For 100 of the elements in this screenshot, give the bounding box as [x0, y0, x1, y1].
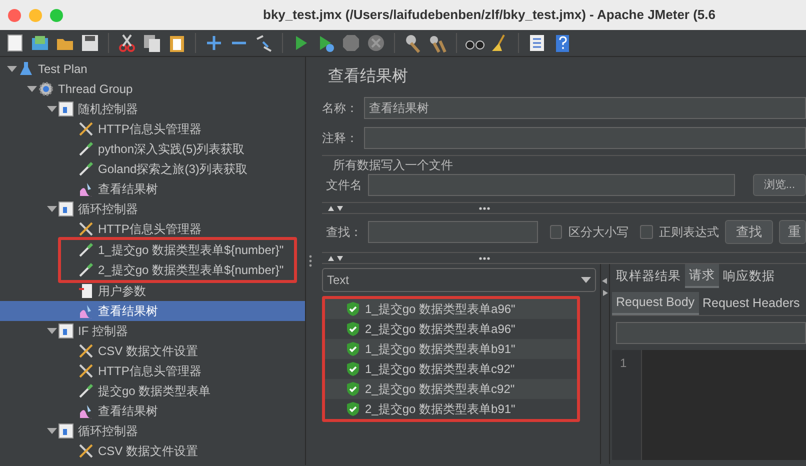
name-label: 名称：: [322, 100, 358, 117]
success-shield-icon: [345, 361, 361, 377]
new-file-icon[interactable]: [5, 33, 25, 53]
expand-caret-icon[interactable]: [46, 326, 58, 336]
save-icon[interactable]: [80, 33, 100, 53]
tab[interactable]: 响应数据: [719, 264, 779, 288]
tree-item[interactable]: IF 控制器: [0, 321, 305, 341]
tree-item[interactable]: HTTP信息头管理器: [0, 361, 305, 381]
tree-item[interactable]: python深入实践(5)列表获取: [0, 139, 305, 159]
file-name-field[interactable]: [368, 174, 735, 196]
checkbox-label: 区分大小写: [568, 224, 628, 241]
success-shield-icon: [345, 321, 361, 337]
tab[interactable]: Request Headers: [698, 292, 804, 315]
pipette-icon: [78, 383, 94, 399]
templates-icon[interactable]: [30, 33, 50, 53]
tree-item[interactable]: 2_提交go 数据类型表单${number}": [61, 260, 294, 280]
close-window-button[interactable]: [8, 8, 21, 22]
search-label: 查找：: [326, 224, 362, 241]
splitter-grip-icon[interactable]: [308, 255, 312, 267]
wrench-screwdriver-icon: [78, 443, 94, 459]
tree-item[interactable]: 查看结果树: [0, 179, 305, 199]
pipette-icon: [78, 242, 94, 258]
tree-item[interactable]: HTTP信息头管理器: [0, 219, 305, 239]
tree-item[interactable]: 1_提交go 数据类型表单${number}": [61, 240, 294, 260]
cut-icon[interactable]: [117, 33, 137, 53]
wrench-screwdriver-icon: [78, 363, 94, 379]
result-item[interactable]: 2_提交go 数据类型表单a96": [325, 319, 577, 339]
pipette-icon: [78, 141, 94, 157]
tree-item[interactable]: 随机控制器: [0, 99, 305, 119]
tree-item[interactable]: 查看结果树: [0, 401, 305, 421]
result-item[interactable]: 1_提交go 数据类型表单c92": [325, 359, 577, 379]
result-item[interactable]: 1_提交go 数据类型表单b91": [325, 339, 577, 359]
tab[interactable]: 取样器结果: [612, 264, 685, 288]
tab[interactable]: Request Body: [612, 292, 699, 315]
search-field[interactable]: [368, 221, 538, 243]
success-shield-icon: [345, 381, 361, 397]
tree-item[interactable]: CSV 数据文件设置: [0, 441, 305, 461]
collapse-arrows-icon[interactable]: [328, 256, 344, 260]
clear-icon[interactable]: [403, 33, 423, 53]
copy-icon[interactable]: [142, 33, 162, 53]
clear-all-icon[interactable]: [428, 33, 448, 53]
expand-caret-icon[interactable]: [6, 64, 18, 74]
search-field[interactable]: [616, 322, 806, 344]
result-item[interactable]: 1_提交go 数据类型表单a96": [325, 299, 577, 319]
splitter-dots-icon[interactable]: [479, 256, 490, 260]
expand-icon[interactable]: [204, 33, 224, 53]
tree-item[interactable]: Goland探索之旅(3)列表获取: [0, 159, 305, 179]
renderer-dropdown[interactable]: Text: [322, 268, 596, 292]
success-shield-icon: [345, 341, 361, 357]
wrench-screwdriver-icon: [78, 343, 94, 359]
expand-caret-icon[interactable]: [26, 84, 38, 94]
controller-icon: [58, 323, 74, 339]
panel-title: 查看结果树: [328, 66, 409, 87]
tab[interactable]: 请求: [685, 264, 719, 288]
shutdown-icon[interactable]: [366, 33, 386, 53]
gear-icon: [38, 81, 54, 97]
controller-icon: [58, 423, 74, 439]
tree-item[interactable]: 查看结果树: [0, 301, 305, 321]
expand-caret-icon[interactable]: [46, 204, 58, 214]
stop-icon[interactable]: [341, 33, 361, 53]
tree-item[interactable]: 循环控制器: [0, 421, 305, 441]
success-shield-icon: [345, 401, 361, 417]
tree-item[interactable]: 提交go 数据类型表单: [0, 381, 305, 401]
dropdown-caret-icon: [581, 277, 591, 283]
paste-icon[interactable]: [167, 33, 187, 53]
tree-item[interactable]: Thread Group: [0, 79, 305, 99]
tree-item[interactable]: Test Plan: [0, 59, 305, 79]
tree-item[interactable]: CSV 数据文件设置: [0, 341, 305, 361]
result-item[interactable]: 2_提交go 数据类型表单c92": [325, 379, 577, 399]
collapse-arrows-icon[interactable]: [602, 278, 608, 296]
comment-field[interactable]: [364, 127, 806, 149]
wrench-screwdriver-icon: [78, 121, 94, 137]
tree-item[interactable]: 用户参数: [0, 281, 305, 301]
checkbox[interactable]: [640, 225, 653, 239]
controller-icon: [58, 101, 74, 117]
find-button[interactable]: 查找: [725, 220, 773, 244]
file-name-label: 文件名: [326, 177, 362, 194]
checkbox[interactable]: [550, 225, 562, 239]
splitter-dots-icon[interactable]: [479, 206, 490, 210]
file-group-title: 所有数据写入一个文件: [330, 156, 456, 174]
list-icon[interactable]: [527, 33, 547, 53]
wrench-screwdriver-icon: [78, 221, 94, 237]
line-number: 1: [620, 356, 627, 370]
chart-icon: [78, 181, 94, 197]
pipette-icon: [78, 161, 94, 177]
browse-button[interactable]: 浏览...: [752, 174, 806, 196]
tree-item[interactable]: 循环控制器: [0, 199, 305, 219]
success-shield-icon: [345, 301, 361, 317]
toggle-icon[interactable]: [254, 33, 274, 53]
name-field[interactable]: 查看结果树: [364, 97, 806, 119]
collapse-arrows-icon[interactable]: [328, 206, 344, 210]
checkbox-label: 正则表达式: [659, 224, 719, 241]
expand-caret-icon[interactable]: [46, 426, 58, 436]
expand-caret-icon[interactable]: [46, 104, 58, 114]
comment-label: 注释：: [322, 130, 358, 147]
tree-item[interactable]: HTTP信息头管理器: [0, 119, 305, 139]
chart-icon: [78, 303, 94, 319]
result-item[interactable]: 2_提交go 数据类型表单b91": [325, 399, 577, 419]
reset-button[interactable]: 重: [779, 220, 806, 244]
controller-icon: [58, 201, 74, 217]
